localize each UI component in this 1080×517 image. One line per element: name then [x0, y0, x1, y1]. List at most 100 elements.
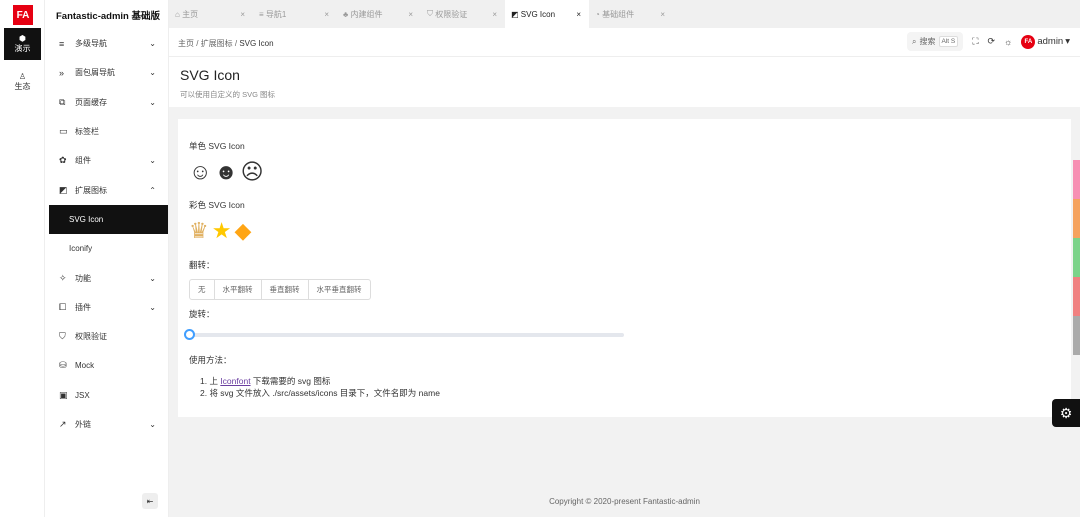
toolbar: 主页 / 扩展图标 / SVG Icon ⌕ 搜索 Alt S ⛶ ⟳ ☼ FA ad…	[169, 28, 1080, 57]
menu-label: 外链	[75, 420, 91, 429]
theme-swatch-red[interactable]	[1073, 277, 1080, 316]
menu-ext-icons[interactable]: ◩ 扩展图标 ⌃	[45, 175, 168, 204]
breadcrumb-item[interactable]: 扩展图标	[201, 39, 233, 48]
close-icon[interactable]: ×	[408, 10, 413, 19]
flip-vertical-button[interactable]: 垂直翻转	[262, 280, 309, 299]
rail-label: 演示	[14, 44, 31, 53]
page-subtitle: 可以使用自定义的 SVG 图标	[180, 90, 276, 99]
tab-svg-icon[interactable]: ◩ SVG Icon ×	[505, 0, 589, 28]
close-icon[interactable]: ×	[324, 10, 329, 19]
chevron-down-icon: ⌄	[149, 420, 156, 429]
settings-gear-button[interactable]: ⚙	[1052, 399, 1080, 427]
menu-svg-icon[interactable]: SVG Icon	[49, 204, 168, 235]
theme-swatch-orange[interactable]	[1073, 199, 1080, 238]
menu-jsx[interactable]: ▣ JSX	[45, 381, 168, 410]
menu-icon: ⛉	[59, 331, 66, 342]
tab-home[interactable]: ⌂ 主页 ×	[169, 0, 253, 28]
theme-swatch-pink[interactable]	[1073, 160, 1080, 199]
menu-components[interactable]: ✿ 组件 ⌄	[45, 146, 168, 175]
smile-icon: ☺	[189, 159, 212, 184]
menu-icon: ↗	[59, 419, 67, 429]
menu-label: 组件	[75, 156, 91, 166]
menu-plugins[interactable]: ⧠ 插件 ⌄	[45, 293, 168, 322]
menu-label: 扩展图标	[75, 185, 107, 195]
search-label: 搜索	[919, 37, 936, 46]
flip-none-button[interactable]: 无	[190, 280, 215, 299]
menu-label: JSX	[75, 390, 90, 400]
menu-mock[interactable]: ⛁ Mock	[45, 351, 168, 380]
breadcrumb-item[interactable]: 主页	[178, 39, 194, 48]
tab-basic[interactable]: ◔ 基础组件 ×	[589, 0, 673, 28]
flip-horizontal-button[interactable]: 水平翻转	[215, 280, 262, 299]
menu-tabbar[interactable]: ▭ 标签栏	[45, 117, 168, 146]
flip-button-group: 无 水平翻转 垂直翻转 水平垂直翻转	[189, 279, 371, 300]
chevron-down-icon: ⌄	[149, 97, 156, 107]
menu-external[interactable]: ↗ 外链 ⌄	[45, 410, 168, 439]
rotate-slider[interactable]	[184, 329, 624, 340]
cube-icon: ⬢	[19, 34, 26, 43]
menu-label: SVG Icon	[69, 214, 104, 224]
menu-icon: ✿	[59, 155, 67, 166]
close-icon[interactable]: ×	[660, 10, 665, 19]
rail-item-demo[interactable]: ⬢ 演示	[4, 28, 41, 60]
menu-multilevel[interactable]: ≡ 多级导航 ⌄	[45, 29, 168, 58]
iconfont-link[interactable]: Iconfont	[220, 376, 250, 386]
gear-icon: ⚙	[1059, 404, 1073, 421]
page-header: SVG Icon 可以使用自定义的 SVG 图标	[169, 57, 1080, 107]
refresh-icon[interactable]: ⟳	[988, 36, 996, 47]
chevron-down-icon: ⌄	[149, 156, 156, 166]
menu-breadcrumb[interactable]: » 面包屑导航 ⌄	[45, 58, 168, 87]
mono-label: 单色 SVG Icon	[189, 141, 245, 151]
logo[interactable]: FA	[13, 5, 33, 25]
chevron-up-icon: ⌃	[149, 185, 156, 195]
menu-icon: ◩	[59, 184, 68, 195]
menu-permission[interactable]: ⛉ 权限验证	[45, 322, 168, 351]
usage-label: 使用方法：	[189, 355, 232, 365]
rail-item-ecosystem[interactable]: ♙ 生态	[4, 66, 41, 98]
tab-nav1[interactable]: ≡ 导航1 ×	[253, 0, 337, 28]
caret-down-icon: ▾	[1065, 36, 1070, 47]
close-icon[interactable]: ×	[492, 10, 497, 19]
user-menu[interactable]: FA admin ▾	[1021, 34, 1070, 49]
search-button[interactable]: ⌕ 搜索 Alt S	[907, 32, 964, 51]
menu-label: 标签栏	[75, 127, 99, 137]
menu-label: 面包屑导航	[75, 68, 115, 78]
shield-icon: ⛉	[427, 9, 433, 18]
footer: Copyright © 2020-present Fantastic-admin	[549, 497, 700, 506]
menu-icon: ≡	[259, 9, 264, 19]
menu-label: 页面缓存	[75, 97, 107, 107]
menu-cache[interactable]: ⧉ 页面缓存 ⌄	[45, 88, 168, 117]
username: admin	[1037, 36, 1064, 47]
tab-bar: ⌂ 主页 × ≡ 导航1 × ♣ 内建组件 × ⛉ 权限验证 × ◩ SVG Icon ×…	[169, 0, 1080, 28]
theme-swatch-gray[interactable]	[1073, 316, 1080, 355]
sad-icon: ☹	[240, 159, 264, 184]
menu-icon: ✧	[59, 272, 67, 283]
tab-label: 内建组件	[350, 9, 383, 19]
tab-label: 基础组件	[602, 9, 635, 19]
crown-icon: ♛	[189, 218, 209, 243]
close-icon[interactable]: ×	[240, 10, 245, 19]
flip-both-button[interactable]: 水平垂直翻转	[309, 280, 370, 299]
menu-label: Iconify	[69, 244, 93, 254]
page-title: SVG Icon	[180, 67, 240, 83]
color-icons: ♛ ★ ◆	[189, 220, 251, 242]
close-icon[interactable]: ×	[576, 10, 581, 19]
menu-icon: »	[59, 67, 65, 78]
menu-iconify[interactable]: Iconify	[45, 234, 168, 263]
tab-label: SVG Icon	[520, 9, 556, 19]
tab-builtin[interactable]: ♣ 内建组件 ×	[337, 0, 421, 28]
slider-thumb[interactable]	[184, 329, 195, 340]
theme-swatch-green[interactable]	[1073, 238, 1080, 277]
menu-features[interactable]: ✧ 功能 ⌄	[45, 263, 168, 292]
theme-toggle-icon[interactable]: ☼	[1004, 37, 1012, 47]
chevron-down-icon: ⌄	[149, 68, 156, 78]
collapse-sidebar-button[interactable]: ⇤	[142, 493, 158, 509]
rail-label: 生态	[14, 82, 31, 91]
rotate-label: 旋转：	[189, 309, 215, 319]
chevron-down-icon: ⌄	[149, 302, 156, 312]
color-label: 彩色 SVG Icon	[189, 200, 245, 210]
flip-label: 翻转：	[189, 260, 215, 270]
component-icon: ◔	[595, 9, 600, 19]
tab-permission[interactable]: ⛉ 权限验证 ×	[421, 0, 505, 28]
fullscreen-icon[interactable]: ⛶	[972, 36, 978, 47]
